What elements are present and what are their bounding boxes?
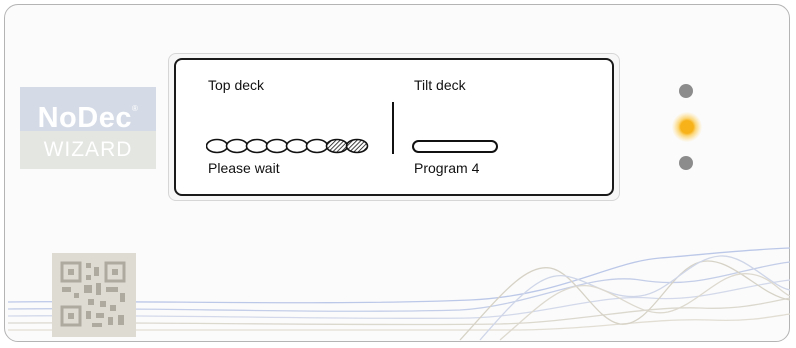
progress-segment (265, 138, 289, 154)
qr-code-icon (52, 253, 136, 337)
indicator-light-bottom (679, 156, 693, 170)
progress-segments-icon (206, 138, 369, 154)
progress-segment-filled (325, 138, 349, 154)
tilt-deck-status: Program 4 (414, 160, 480, 176)
progress-segment (285, 138, 309, 154)
qr-code-graphic (60, 261, 126, 327)
brand-subtitle: WIZARD (20, 131, 156, 169)
progress-segment (305, 138, 329, 154)
brand-text: NoDec (37, 102, 132, 134)
registered-mark: ® (131, 104, 139, 113)
tilt-deck-bar (412, 140, 498, 153)
top-deck-title: Top deck (208, 77, 265, 93)
top-deck-status: Please wait (208, 160, 280, 176)
indicator-light-active (672, 112, 702, 142)
brand-name: NoDec® (20, 87, 156, 134)
status-display: Top deck Please wait Tilt deck Program 4 (174, 58, 614, 196)
progress-segment-filled (345, 138, 369, 154)
progress-segment (245, 138, 269, 154)
indicator-light-top (679, 84, 693, 98)
nodec-wizard-logo: NoDec® WIZARD (20, 87, 156, 169)
tilt-deck-title: Tilt deck (414, 77, 466, 93)
progress-segment (206, 138, 229, 154)
display-divider (392, 102, 394, 154)
progress-segment (225, 138, 249, 154)
